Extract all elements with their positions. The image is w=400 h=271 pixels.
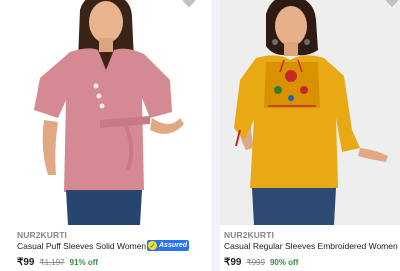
- product-brand[interactable]: NUR2KURTI: [224, 230, 274, 240]
- product-title[interactable]: Casual Puff Sleeves Solid Women ...: [17, 241, 156, 251]
- selling-price: ₹99: [224, 257, 242, 268]
- original-price: ₹999: [246, 258, 265, 267]
- check-icon: ✓: [148, 241, 157, 250]
- product-title[interactable]: Casual Regular Sleeves Embroidered Women…: [224, 241, 400, 251]
- price-row: ₹99 ₹1,197 91% off: [17, 257, 98, 268]
- product-card[interactable]: NUR2KURTI Casual Regular Sleeves Embroid…: [220, 0, 400, 271]
- product-card[interactable]: NUR2KURTI Casual Puff Sleeves Solid Wome…: [0, 0, 211, 271]
- price-row: ₹99 ₹999 90% off: [224, 257, 298, 268]
- product-brand[interactable]: NUR2KURTI: [17, 230, 67, 240]
- selling-price: ₹99: [17, 257, 35, 268]
- yellow-embroidered-top-model-photo: [234, 0, 388, 225]
- assured-label: Assured: [159, 242, 188, 249]
- original-price: ₹1,197: [39, 258, 65, 267]
- product-image[interactable]: [0, 0, 211, 225]
- discount-label: 90% off: [269, 258, 299, 267]
- heart-icon[interactable]: [384, 0, 400, 10]
- pink-top-model-photo: [34, 0, 184, 225]
- discount-label: 91% off: [69, 258, 99, 267]
- assured-badge: ✓ Assured: [147, 240, 189, 251]
- product-grid: NUR2KURTI Casual Puff Sleeves Solid Wome…: [0, 0, 400, 271]
- heart-icon[interactable]: [181, 0, 197, 10]
- product-image[interactable]: [220, 0, 400, 225]
